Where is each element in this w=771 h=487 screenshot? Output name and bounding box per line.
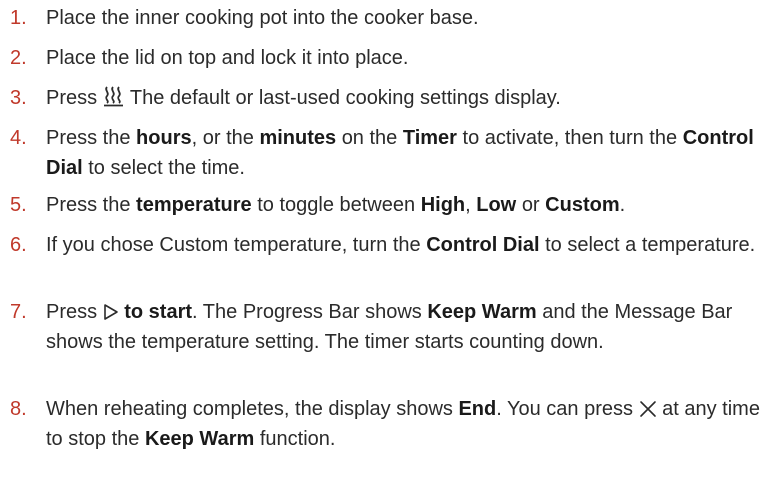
step-number: 2. bbox=[10, 47, 27, 69]
step-text: Press the hours, or the minutes on the T… bbox=[46, 127, 754, 179]
step-5: 5. Press the temperature to toggle betwe… bbox=[0, 190, 771, 220]
step-number: 5. bbox=[10, 194, 27, 216]
step-text: Place the inner cooking pot into the coo… bbox=[46, 7, 479, 29]
reheat-steam-icon bbox=[103, 85, 125, 107]
instruction-list: 1. Place the inner cooking pot into the … bbox=[0, 0, 771, 487]
step-text: Press The default or last-used cooking s… bbox=[46, 85, 561, 109]
step-6: 6. If you chose Custom temperature, turn… bbox=[0, 230, 771, 260]
step-8: 8. When reheating completes, the display… bbox=[0, 394, 771, 454]
step-text: Press the temperature to toggle between … bbox=[46, 194, 626, 216]
step-4: 4. Press the hours, or the minutes on th… bbox=[0, 123, 771, 183]
step-2: 2. Place the lid on top and lock it into… bbox=[0, 43, 771, 73]
step-number: 7. bbox=[10, 301, 27, 323]
step-number: 8. bbox=[10, 398, 27, 420]
step-text: When reheating completes, the display sh… bbox=[46, 398, 760, 450]
step-3: 3. Press The default or last-used cookin… bbox=[0, 83, 771, 113]
step-number: 3. bbox=[10, 87, 27, 109]
step-text: Place the lid on top and lock it into pl… bbox=[46, 47, 409, 69]
step-1: 1. Place the inner cooking pot into the … bbox=[0, 3, 771, 33]
step-text: Press to start. The Progress Bar shows K… bbox=[46, 301, 733, 353]
play-triangle-icon bbox=[103, 303, 119, 321]
step-number: 1. bbox=[10, 7, 27, 29]
step-number: 4. bbox=[10, 127, 27, 149]
step-text: If you chose Custom temperature, turn th… bbox=[46, 234, 756, 256]
cancel-x-icon bbox=[639, 400, 657, 418]
step-7: 7. Press to start. The Progress Bar show… bbox=[0, 297, 771, 357]
step-number: 6. bbox=[10, 234, 27, 256]
